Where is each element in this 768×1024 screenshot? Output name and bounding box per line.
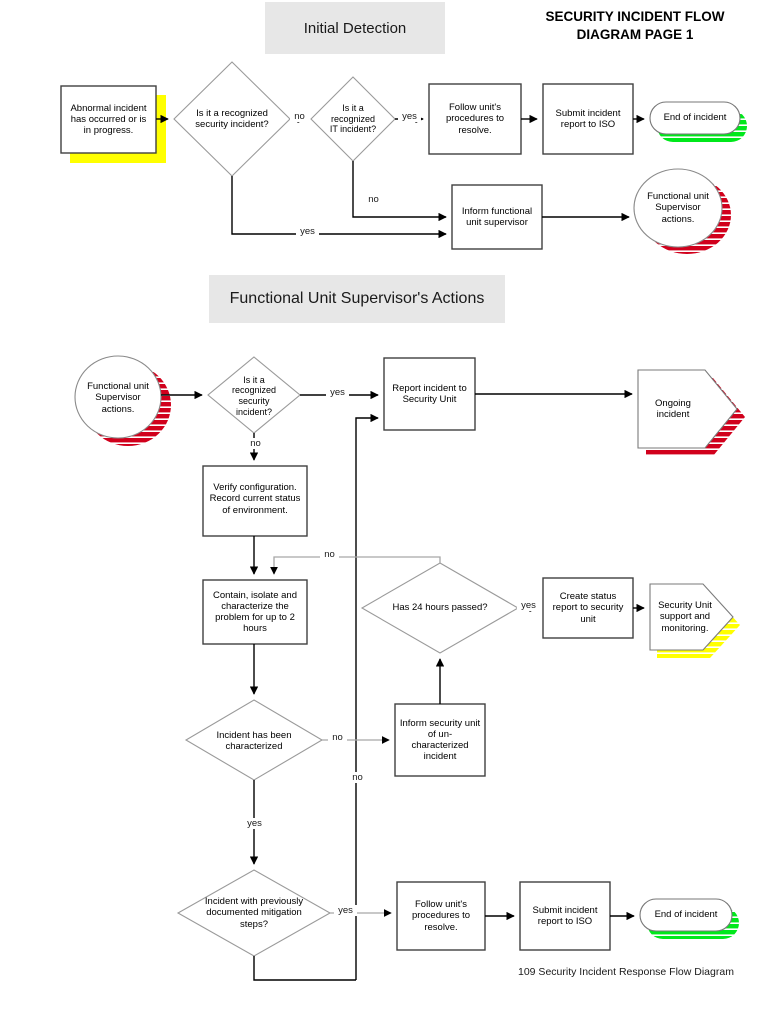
- shape-box: [394, 703, 486, 777]
- shape-box: [542, 577, 634, 639]
- node-report-incident-security-unit: [383, 357, 476, 431]
- shape-terminator: [639, 898, 733, 932]
- shape-box: [396, 881, 486, 951]
- node-contain-isolate-characterize: [202, 579, 308, 645]
- node-ongoing-incident: [637, 369, 745, 456]
- node-is-recognized-security-incident: [173, 61, 291, 177]
- shape-box: [428, 83, 522, 155]
- node-functional-unit-supervisor-actions: [633, 168, 731, 254]
- shape-diamond: [173, 61, 291, 177]
- shape-diamond: [207, 356, 301, 434]
- shape-box: [202, 465, 308, 537]
- node-is-recognized-security-incident-2: [207, 356, 301, 434]
- banner-functional-unit-supervisors-actions: Functional Unit Supervisor's Actions: [209, 275, 505, 323]
- diagram-vector-layer: [60, 61, 747, 981]
- banner-label: Functional Unit Supervisor's Actions: [229, 290, 485, 307]
- node-inform-functional-unit-supervisor: [451, 184, 543, 250]
- node-create-status-report: [542, 577, 634, 639]
- node-end-of-incident: [649, 101, 747, 142]
- page-title-line2: DIAGRAM PAGE 1: [576, 26, 694, 42]
- shape-terminator: [649, 101, 741, 135]
- page-title: SECURITY INCIDENT FLOW DIAGRAM PAGE 1: [505, 8, 765, 43]
- node-incident-previously-documented: [176, 869, 332, 957]
- shape-diamond: [176, 869, 332, 957]
- banner-label: Initial Detection: [303, 19, 407, 37]
- page-title-line1: SECURITY INCIDENT FLOW: [545, 9, 725, 24]
- shape-box: [60, 85, 157, 154]
- shape-box: [542, 83, 634, 155]
- node-follow-units-procedures-2: [396, 881, 486, 951]
- shape-diamond: [360, 562, 520, 654]
- shape-diamond: [310, 76, 396, 162]
- node-abnormal-incident: [60, 85, 166, 163]
- node-verify-configuration: [202, 465, 308, 537]
- node-has-24-hours-passed: [360, 562, 520, 654]
- node-inform-security-unit-uncharacterized: [394, 703, 486, 777]
- shape-circle: [633, 168, 723, 248]
- node-security-unit-support: [649, 583, 740, 658]
- node-incident-has-been-characterized: [184, 699, 324, 781]
- shape-diamond: [184, 699, 324, 781]
- shape-box: [202, 579, 308, 645]
- shape-box: [519, 881, 611, 951]
- node-is-recognized-it-incident: [310, 76, 396, 162]
- caption-text: 109 Security Incident Response Flow Diag…: [518, 966, 734, 978]
- node-end-of-incident-2: [639, 898, 739, 939]
- node-follow-units-procedures: [428, 83, 522, 155]
- node-functional-unit-supervisor-actions-start: [74, 355, 171, 446]
- node-submit-incident-report-iso: [542, 83, 634, 155]
- shape-box: [383, 357, 476, 431]
- shape-circle: [74, 355, 162, 439]
- shape-box: [451, 184, 543, 250]
- flowchart-canvas: Initial Detection Functional Unit Superv…: [0, 0, 768, 1024]
- node-submit-incident-report-iso-2: [519, 881, 611, 951]
- diagram-caption: 109 Security Incident Response Flow Diag…: [518, 966, 768, 978]
- banner-initial-detection: Initial Detection: [265, 2, 445, 54]
